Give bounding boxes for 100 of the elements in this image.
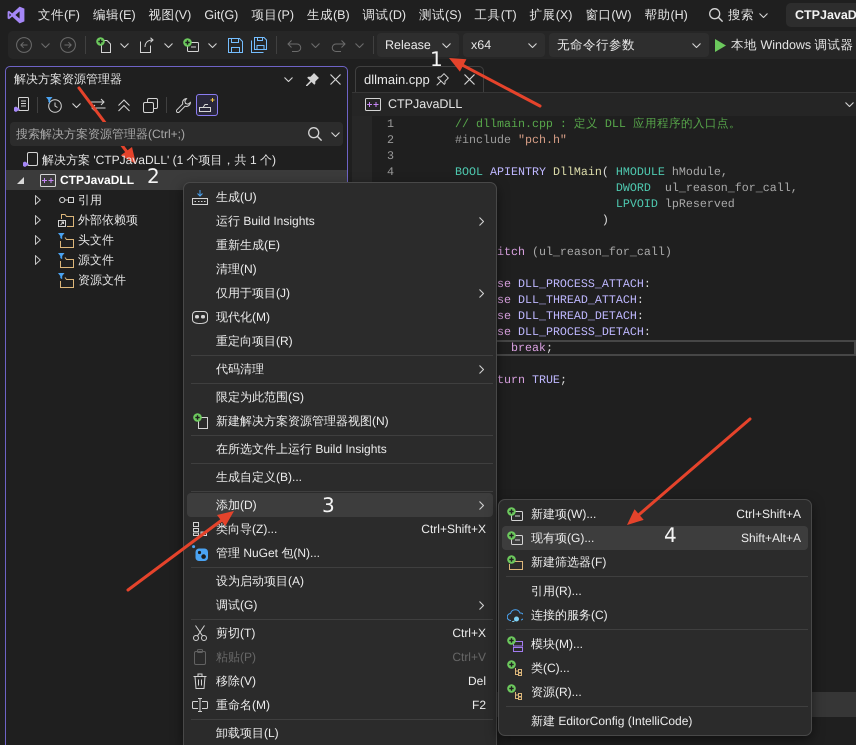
code-line: LPVOID lpReserved [616, 197, 735, 211]
plus-hierarchy-icon [507, 660, 523, 676]
annotation-number: 3 [322, 495, 335, 515]
menu-bar-item[interactable]: 扩展(X) [524, 4, 578, 26]
shortcut-text: Ctrl+V [452, 650, 486, 664]
panel-title: 解决方案资源管理器 [14, 72, 123, 87]
code-line: itch (ul_reason_for_call) [496, 245, 672, 259]
menu-item[interactable]: 类(C)... [502, 656, 808, 680]
tree-arrow-icon[interactable] [35, 195, 41, 205]
menu-item[interactable]: 设为启动项目(A) [187, 569, 493, 593]
menu-bar-item[interactable]: Git(G) [199, 4, 244, 26]
app-logo-icon[interactable] [7, 6, 25, 24]
menu-item[interactable]: 类向导(Z)... Ctrl+Shift+X [187, 517, 493, 541]
dotted-tile-icon [192, 545, 208, 561]
shortcut-text: Shift+Alt+A [740, 530, 801, 546]
plus-window-icon [507, 531, 523, 545]
goggles-face-icon [192, 310, 208, 324]
dropdown[interactable]: 无命令行参数 [549, 33, 709, 57]
solution-name-button[interactable]: CTPJavaD [786, 3, 856, 27]
menu-item[interactable]: 清理(N) [187, 257, 493, 281]
close-icon[interactable] [464, 74, 475, 85]
toggle-button[interactable] [196, 94, 218, 116]
menu-item[interactable]: 仅用于项目(J) [187, 281, 493, 305]
play-icon [715, 38, 726, 52]
double-chevron-up-icon[interactable] [118, 98, 130, 112]
filter-folder-icon [58, 272, 74, 288]
plus-blocks-icon [507, 636, 523, 652]
menu-item[interactable]: 生成自定义(B)... [187, 465, 493, 489]
tree-arrow-icon[interactable] [35, 235, 41, 245]
scissors-icon [193, 625, 207, 641]
search-button[interactable]: 搜索 [704, 4, 773, 26]
pin-icon[interactable] [436, 73, 449, 86]
search-icon [708, 8, 723, 22]
menu-item[interactable]: 新建项(W)... Ctrl+Shift+A [502, 502, 808, 526]
plus-window-icon[interactable] [183, 38, 199, 52]
menu-bar-item[interactable]: 编辑(E) [88, 4, 141, 26]
save-all-icon[interactable] [251, 37, 267, 53]
menu-item[interactable]: 调试(G) [187, 593, 493, 617]
search-field[interactable]: 搜索解决方案资源管理器(Ctrl+;) [10, 122, 343, 146]
caret-icon [442, 42, 451, 48]
menu-item[interactable]: 卸载项目(L) [187, 721, 493, 745]
project-dropdown[interactable]: CTPJavaDLL [352, 92, 856, 116]
menu-bar-item[interactable]: 视图(V) [144, 4, 196, 26]
menu-item[interactable]: 限定为此范围(S) [187, 385, 493, 409]
tree-arrow-icon[interactable] [35, 255, 41, 265]
document-lines-icon[interactable] [14, 97, 28, 113]
save-icon[interactable] [228, 38, 242, 52]
menu-item[interactable]: 引用(R)... [502, 579, 808, 603]
menu-item[interactable]: 运行 Build Insights [187, 209, 493, 233]
menu-bar-item[interactable]: 生成(B) [302, 4, 355, 26]
line-number: 1 [387, 117, 394, 131]
menu-item[interactable]: 连接的服务(C) [502, 603, 808, 627]
code-line: se DLL_THREAD_DETACH: [496, 309, 644, 323]
menu-bar-item[interactable]: 调试(D) [358, 4, 412, 26]
stacked-squares-icon[interactable] [142, 98, 158, 112]
caret-icon [692, 42, 701, 48]
tray-sparkle-icon [199, 98, 215, 112]
menu-item[interactable]: 新建筛选器(F) [502, 550, 808, 574]
menu-item[interactable]: 在所选文件上运行 Build Insights [187, 437, 493, 461]
tree-arrow-icon[interactable] [35, 215, 41, 225]
search-icon[interactable] [308, 127, 322, 141]
menu-bar-item[interactable]: 测试(S) [414, 4, 467, 26]
text-cursor-icon [192, 698, 208, 712]
plus-document-icon[interactable] [96, 37, 110, 53]
menu-bar-item[interactable]: 帮助(H) [639, 4, 693, 26]
menu-item[interactable]: 重新生成(E) [187, 233, 493, 257]
menu-bar-item[interactable]: 工具(T) [470, 4, 522, 26]
dropdown[interactable]: x64 [463, 33, 545, 57]
menu-item[interactable]: 新建 EditorConfig (IntelliCode) [502, 709, 808, 733]
menu-item[interactable]: 重定向项目(R) [187, 329, 493, 353]
menu-bar-item[interactable]: 窗口(W) [580, 4, 636, 26]
menu-bar-item[interactable]: 项目(P) [246, 4, 300, 26]
close-icon[interactable] [330, 74, 341, 85]
swap-arrows-icon[interactable] [90, 98, 106, 112]
tree-arrow-icon[interactable] [16, 176, 24, 184]
code-line: se DLL_THREAD_ATTACH: [496, 293, 644, 307]
link-icon [58, 196, 74, 204]
editor-tab[interactable]: dllmain.cpp [355, 66, 484, 92]
menu-item[interactable]: 模块(M)... [502, 632, 808, 656]
clock-icon[interactable] [46, 97, 62, 113]
menu-item[interactable]: 管理 NuGet 包(N)... [187, 541, 493, 565]
menu-bar-item[interactable]: 文件(F) [33, 4, 85, 26]
annotation-number: 4 [664, 525, 677, 545]
cloud-icon [507, 608, 523, 622]
document-arrow-icon[interactable] [140, 37, 154, 53]
line-number: 4 [387, 165, 394, 179]
menu-item[interactable]: 剪切(T) Ctrl+X [187, 621, 493, 645]
box-plus-icon [40, 174, 56, 186]
pin-icon[interactable] [306, 73, 319, 86]
menu-item[interactable]: 新建解决方案资源管理器视图(N) [187, 409, 493, 433]
menu-item[interactable]: 移除(V) Del [187, 669, 493, 693]
line-number: 2 [387, 133, 394, 147]
wrench-icon[interactable] [176, 98, 190, 112]
run-button[interactable]: 本地 Windows 调试器 [715, 38, 854, 52]
menu-item[interactable]: 资源(R)... [502, 680, 808, 704]
caret-icon [845, 102, 854, 107]
code-line: // dllmain.cpp : 定义 DLL 应用程序的入口点。 [455, 117, 741, 131]
menu-item[interactable]: 现代化(M) [187, 305, 493, 329]
menu-item[interactable]: 代码清理 [187, 357, 493, 381]
menu-item[interactable]: 重命名(M) F2 [187, 693, 493, 717]
